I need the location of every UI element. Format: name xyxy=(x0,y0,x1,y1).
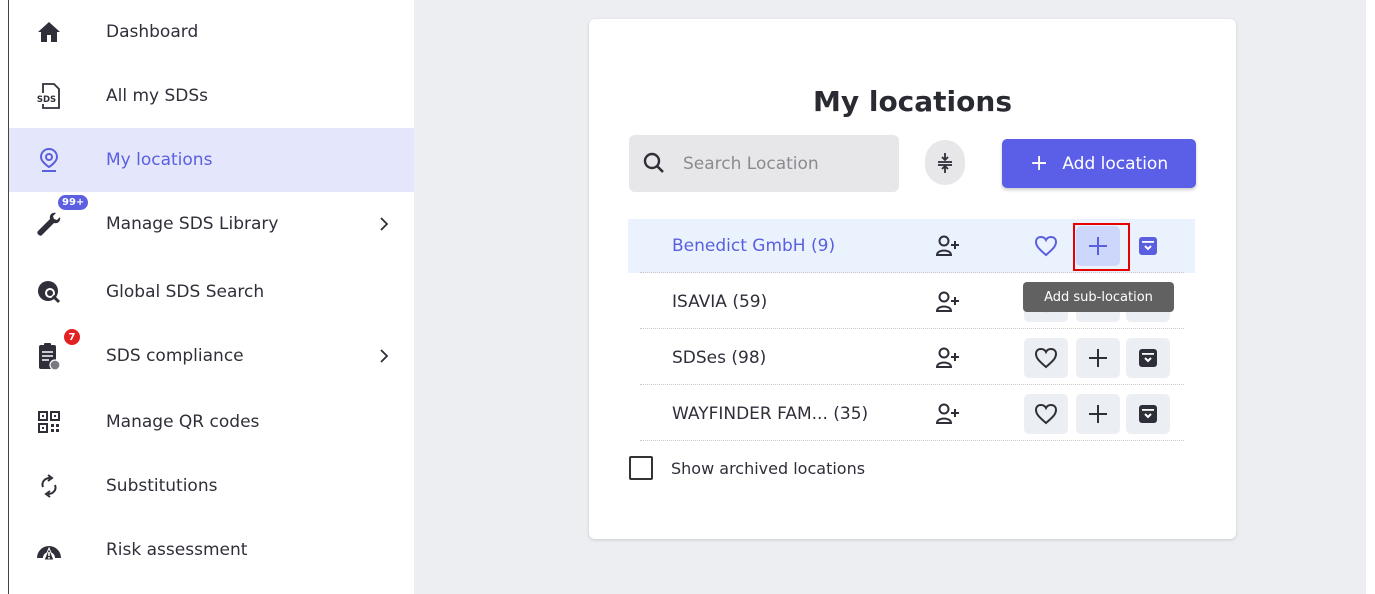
sidebar-item-global-sds-search[interactable]: Global SDS Search xyxy=(9,260,414,324)
sidebar-item-label: Risk assessment xyxy=(106,540,248,560)
sidebar-item-all-my-sdss[interactable]: SDS All my SDSs xyxy=(9,64,414,128)
plus-icon: + xyxy=(1029,151,1049,176)
sidebar-item-manage-qr-codes[interactable]: Manage QR codes xyxy=(9,390,414,454)
sidebar-item-label: SDS compliance xyxy=(106,346,244,366)
favorite-button[interactable] xyxy=(1024,338,1068,378)
row-divider xyxy=(640,384,1184,385)
annotation-highlight-box xyxy=(1073,223,1130,271)
collapse-all-button[interactable] xyxy=(925,140,965,185)
page-title: My locations xyxy=(812,85,1012,118)
row-divider xyxy=(640,328,1184,329)
sidebar-item-manage-sds-library[interactable]: 99+ Manage SDS Library xyxy=(9,192,414,256)
show-archived-toggle[interactable]: Show archived locations xyxy=(629,456,865,480)
wrench-icon xyxy=(35,210,63,238)
chevron-right-icon xyxy=(380,217,389,231)
heart-icon xyxy=(1034,347,1058,369)
clipboard-check-icon xyxy=(35,342,63,371)
qr-code-icon xyxy=(35,408,63,436)
location-row[interactable]: SDSes (98) xyxy=(628,331,1195,385)
favorite-button[interactable] xyxy=(1024,394,1068,434)
sidebar-item-label: Manage QR codes xyxy=(106,412,260,432)
sidebar-item-sds-compliance[interactable]: 7 SDS compliance xyxy=(9,324,414,388)
sidebar-item-my-locations[interactable]: My locations xyxy=(9,128,414,192)
add-sub-location-button[interactable] xyxy=(1076,338,1120,378)
sidebar-item-dashboard[interactable]: Dashboard xyxy=(9,0,414,64)
assign-user-button[interactable] xyxy=(926,226,970,266)
archive-button[interactable] xyxy=(1126,394,1170,434)
svg-text:SDS: SDS xyxy=(37,95,56,105)
risk-gauge-icon xyxy=(35,536,63,564)
sidebar-item-label: Global SDS Search xyxy=(106,282,265,302)
sidebar: Dashboard SDS All my SDSs My locations 9… xyxy=(9,0,414,594)
sidebar-item-label: Substitutions xyxy=(106,476,218,496)
library-count-badge: 99+ xyxy=(57,194,90,211)
location-name[interactable]: Benedict GmbH (9) xyxy=(672,236,835,256)
sidebar-item-label: My locations xyxy=(106,150,213,170)
heart-icon xyxy=(1034,235,1058,257)
assign-user-button[interactable] xyxy=(926,282,970,322)
search-input[interactable] xyxy=(683,135,893,192)
home-icon xyxy=(35,18,63,46)
global-search-icon xyxy=(35,278,63,306)
sidebar-item-label: Manage SDS Library xyxy=(106,214,279,234)
collapse-icon xyxy=(938,152,952,173)
archive-icon xyxy=(1139,405,1157,423)
sds-document-icon: SDS xyxy=(35,82,63,110)
plus-icon xyxy=(1089,349,1107,367)
sidebar-item-risk-assessment[interactable]: Risk assessment xyxy=(9,518,414,582)
row-divider xyxy=(640,272,1184,273)
search-icon xyxy=(643,152,664,173)
add-user-icon xyxy=(935,291,959,312)
add-sub-location-tooltip: Add sub-location xyxy=(1023,282,1174,312)
add-user-icon xyxy=(935,403,959,424)
archive-icon xyxy=(1139,237,1157,255)
heart-icon xyxy=(1034,403,1058,425)
archive-button[interactable] xyxy=(1126,338,1170,378)
add-location-button[interactable]: + Add location xyxy=(1002,139,1196,188)
location-name[interactable]: WAYFINDER FAM... (35) xyxy=(672,404,868,424)
location-row[interactable]: WAYFINDER FAM... (35) xyxy=(628,387,1195,441)
assign-user-button[interactable] xyxy=(926,394,970,434)
assign-user-button[interactable] xyxy=(926,338,970,378)
compliance-count-badge: 7 xyxy=(63,328,81,346)
sidebar-item-label: Dashboard xyxy=(106,22,199,42)
search-field[interactable] xyxy=(629,135,899,192)
add-sub-location-button[interactable] xyxy=(1076,394,1120,434)
show-archived-checkbox[interactable] xyxy=(629,456,653,480)
swap-arrows-icon xyxy=(35,472,63,500)
location-name[interactable]: ISAVIA (59) xyxy=(672,292,767,312)
chevron-right-icon xyxy=(380,349,389,363)
row-divider xyxy=(640,440,1184,441)
sidebar-item-substitutions[interactable]: Substitutions xyxy=(9,454,414,518)
sidebar-item-label: All my SDSs xyxy=(106,86,209,106)
plus-icon xyxy=(1089,405,1107,423)
add-user-icon xyxy=(935,235,959,256)
show-archived-label: Show archived locations xyxy=(671,458,866,478)
archive-button[interactable] xyxy=(1126,226,1170,266)
add-user-icon xyxy=(935,347,959,368)
right-edge xyxy=(1366,0,1375,594)
favorite-button[interactable] xyxy=(1024,226,1068,266)
location-name[interactable]: SDSes (98) xyxy=(672,348,766,368)
location-pin-icon xyxy=(35,146,63,174)
app-window: Dashboard SDS All my SDSs My locations 9… xyxy=(0,0,1375,594)
archive-icon xyxy=(1139,349,1157,367)
add-location-label: Add location xyxy=(1062,153,1169,174)
